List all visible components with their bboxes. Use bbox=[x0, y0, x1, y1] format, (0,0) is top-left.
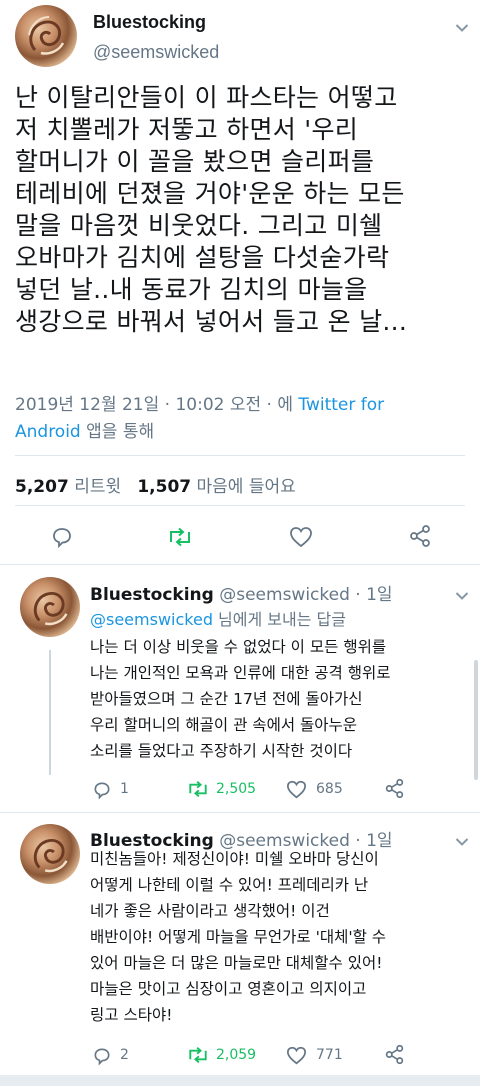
like-icon[interactable] bbox=[286, 780, 307, 799]
likes-label[interactable]: 마음에 들어요 bbox=[197, 477, 296, 497]
reply-text-line: 있어 마늘은 더 많은 마늘로만 대체할수 있어! bbox=[90, 954, 383, 972]
replying-to-suffix: 님에게 보내는 답글 bbox=[212, 610, 346, 629]
retweet-icon[interactable] bbox=[186, 780, 210, 798]
tweet-text-line: 오바마가 김치에 설탕을 다섯숟가락 bbox=[15, 243, 390, 272]
tweet-metadata: 2019년 12월 21일 · 10:02 오전 · 에 Twitter for… bbox=[15, 392, 465, 446]
like-count: 771 bbox=[316, 1047, 343, 1063]
divider bbox=[15, 505, 465, 506]
share-icon[interactable] bbox=[408, 524, 432, 548]
reply-text-line: 링고 스타야! bbox=[90, 1006, 173, 1024]
reply-text-line: 마늘은 맛이고 심장이고 영혼이고 의지이고 bbox=[90, 980, 367, 998]
client-link-continued[interactable]: Android bbox=[15, 422, 81, 442]
tweet-text-line: 넣던 날..내 동료가 김치의 마늘을 bbox=[15, 275, 368, 304]
reply-text-line: 소리를 들었다고 주장하기 시작한 것이다 bbox=[90, 742, 353, 760]
retweet-count: 2,059 bbox=[216, 1047, 257, 1063]
bottom-edge bbox=[0, 1075, 480, 1086]
avatar[interactable] bbox=[15, 5, 77, 67]
tweet-text-line: 말을 마음껏 비웃었다. 그리고 미쉘 bbox=[15, 211, 383, 240]
author-handle[interactable]: @seemswicked bbox=[93, 42, 219, 63]
reply-header: Bluestocking @seemswicked · 1일 bbox=[90, 580, 393, 605]
reply-text: 나는 더 이상 비웃을 수 없었다 이 모든 행위를 나는 개인적인 모욕과 인… bbox=[90, 634, 391, 764]
retweets-count[interactable]: 5,207 bbox=[15, 477, 69, 497]
tweet-text-line: 난 이탈리안들이 이 파스타는 어떻고 bbox=[15, 83, 398, 112]
section-divider bbox=[0, 564, 480, 565]
share-icon[interactable] bbox=[384, 778, 405, 799]
reply-text-line: 배반이야! 어떻게 마늘을 무언가로 '대체'할 수 bbox=[90, 928, 387, 946]
reply-count: 1 bbox=[120, 781, 129, 797]
retweet-icon[interactable] bbox=[186, 1046, 210, 1064]
tweet-text-line: 할머니가 이 꼴을 봤으면 슬리퍼를 bbox=[15, 147, 375, 176]
author-handle[interactable]: @seemswicked bbox=[219, 585, 350, 605]
reply-text: 미친놈들아! 제정신이야! 미쉘 오바마 당신이 어떻게 나한테 이럴 수 있어… bbox=[90, 846, 386, 1028]
share-icon[interactable] bbox=[384, 1044, 405, 1065]
replying-to: @seemswicked 님에게 보내는 답글 bbox=[90, 606, 346, 630]
retweet-icon[interactable] bbox=[166, 527, 194, 547]
retweet-count: 2,505 bbox=[216, 781, 257, 797]
chevron-down-icon[interactable] bbox=[455, 18, 469, 37]
reply-text-line: 미친놈들아! 제정신이야! 미쉘 오바마 당신이 bbox=[90, 850, 379, 868]
tweet-age[interactable]: · 1일 bbox=[355, 585, 392, 605]
tweet-text-line: 저 치뽈레가 저뚷고 하면서 '우리 bbox=[15, 115, 359, 144]
tweet-text-line: 테레비에 던졌을 거야'운운 하는 모든 bbox=[15, 179, 405, 208]
timestamp[interactable]: 2019년 12월 21일 · 10:02 오전 · 에 bbox=[15, 395, 298, 415]
author-name[interactable]: Bluestocking bbox=[93, 12, 206, 33]
avatar[interactable] bbox=[20, 577, 80, 637]
author-name[interactable]: Bluestocking bbox=[90, 585, 214, 605]
scrollbar[interactable] bbox=[474, 660, 478, 780]
avatar[interactable] bbox=[20, 824, 80, 884]
replying-to-handle[interactable]: @seemswicked bbox=[90, 610, 213, 629]
like-count: 685 bbox=[316, 781, 343, 797]
divider bbox=[0, 812, 480, 813]
chevron-down-icon[interactable] bbox=[455, 586, 469, 605]
tweet-text-line: 생강으로 바꿔서 넣어서 들고 온 날... bbox=[15, 307, 408, 336]
reply-icon[interactable] bbox=[92, 1046, 112, 1066]
reply-text-line: 네가 좋은 사람이라고 생각했어! 이건 bbox=[90, 902, 330, 920]
client-suffix: 앱을 통해 bbox=[80, 422, 155, 442]
reply-text-line: 나는 더 이상 비웃을 수 없었다 이 모든 행위를 bbox=[90, 638, 387, 656]
engagement-stats: 5,207 리트윗 1,507 마음에 들어요 bbox=[15, 472, 296, 497]
reply-text-line: 우리 할머니의 해골이 관 속에서 돌아누운 bbox=[90, 716, 358, 734]
reply-text-line: 받아들였으며 그 순간 17년 전에 돌아가신 bbox=[90, 690, 363, 708]
reply-count: 2 bbox=[120, 1047, 129, 1063]
like-icon[interactable] bbox=[289, 526, 313, 548]
tweet-text: 난 이탈리안들이 이 파스타는 어떻고 저 치뽈레가 저뚷고 하면서 '우리 할… bbox=[15, 82, 470, 338]
thread-line bbox=[49, 650, 51, 775]
reply-icon[interactable] bbox=[50, 525, 74, 549]
chevron-down-icon[interactable] bbox=[455, 832, 469, 851]
likes-count[interactable]: 1,507 bbox=[137, 477, 191, 497]
reply-icon[interactable] bbox=[92, 780, 112, 800]
divider bbox=[15, 455, 465, 456]
reply-text-line: 나는 개인적인 모욕과 인류에 대한 공격 행위로 bbox=[90, 664, 391, 682]
like-icon[interactable] bbox=[286, 1046, 307, 1065]
retweets-label[interactable]: 리트윗 bbox=[74, 477, 121, 497]
reply-text-line: 어떻게 나한테 이럴 수 있어! 프레데리카 난 bbox=[90, 876, 369, 894]
client-link[interactable]: Twitter for bbox=[298, 395, 384, 415]
